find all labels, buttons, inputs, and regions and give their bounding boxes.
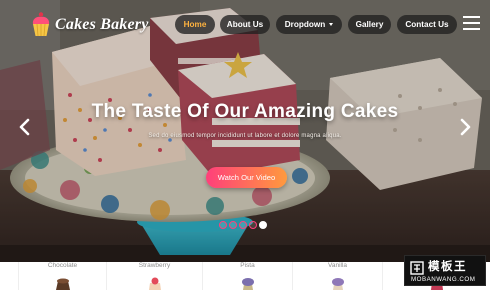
category-strawberry[interactable]: Strawberry [106,262,202,290]
nav-about-us[interactable]: About Us [220,15,270,34]
watermark-url: MOBANWANG.COM [411,276,476,283]
chocolate-cake-icon [55,278,70,290]
watch-video-button[interactable]: Watch Our Video [206,167,287,188]
vanilla-cupcake-icon [331,278,344,290]
watermark-logo-icon [410,261,424,275]
chevron-right-icon[interactable] [458,118,472,136]
nav-dropdown-label: Dropdown [284,20,326,29]
category-label: Strawberry [138,262,171,269]
category-label: Pista [240,262,255,269]
brand-name: Cakes Bakery [55,16,149,33]
slider-dot[interactable] [249,221,257,229]
hamburger-menu-icon[interactable] [463,15,480,30]
slider-dot[interactable] [239,221,247,229]
category-label: Chocolate [47,262,78,269]
category-vanilla[interactable]: Vanilla [292,262,382,290]
nav-dropdown[interactable]: Dropdown [276,15,342,34]
category-pista[interactable]: Pista [202,262,292,290]
slider-dots [219,221,269,229]
hero-subtitle: Sed do eiusmod tempor incididunt ut labo… [148,133,342,139]
pista-cupcake-icon [241,278,254,290]
brand-logo[interactable]: Cakes Bakery [30,12,149,38]
slider-dot[interactable] [219,221,227,229]
nav-contact-us[interactable]: Contact Us [397,15,457,34]
chevron-left-icon[interactable] [18,118,32,136]
cupcake-icon [32,12,50,37]
category-chocolate[interactable]: Chocolate [18,262,106,290]
hero-slider: Cakes Bakery Home About Us Dropdown Gall… [0,0,490,262]
watermark-title: 模板王 [428,261,467,273]
category-label: Vanilla [327,262,348,269]
caret-down-icon [329,23,334,27]
slider-dot-active[interactable] [259,221,267,229]
nav-gallery[interactable]: Gallery [348,15,391,34]
hero-title: The Taste Of Our Amazing Cakes [91,101,399,122]
nav-home[interactable]: Home [175,15,215,34]
slider-dot[interactable] [229,221,237,229]
strawberry-cake-icon [148,277,161,290]
watermark-badge: 模板王 MOBANWANG.COM [404,255,486,286]
